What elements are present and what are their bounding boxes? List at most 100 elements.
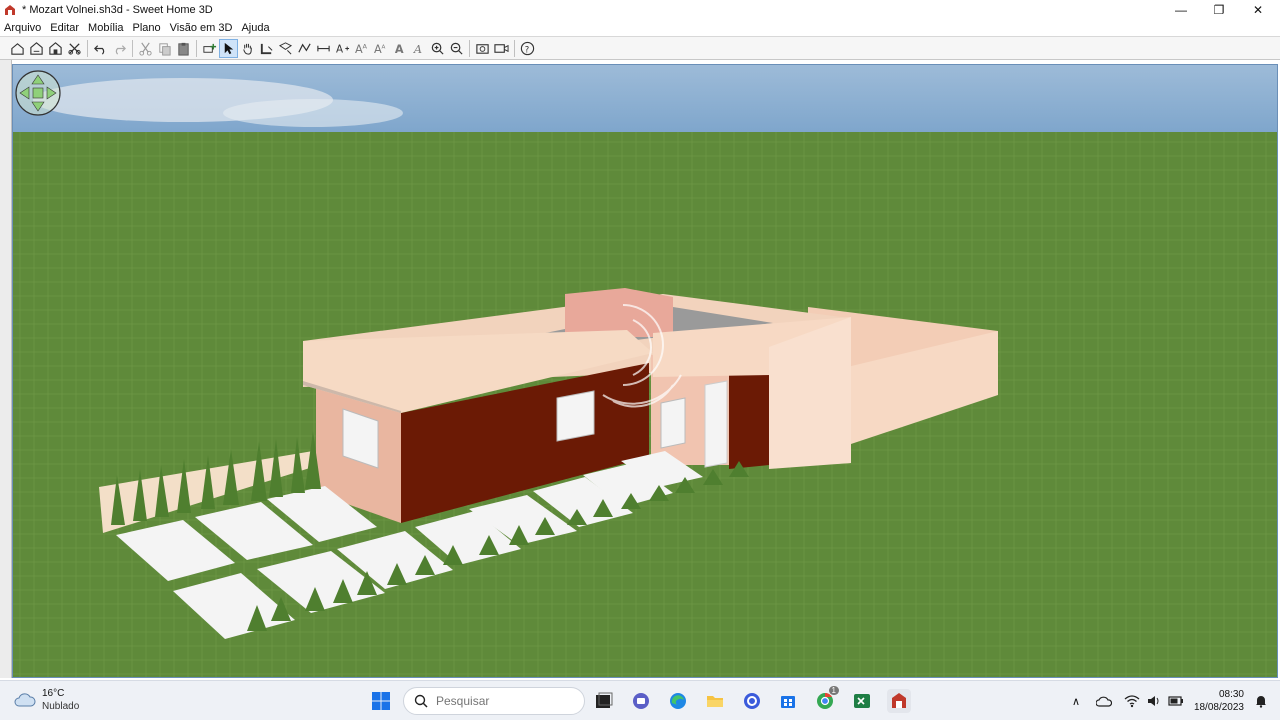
- system-tray: ∧: [1072, 681, 1184, 720]
- edge-icon: [670, 693, 686, 709]
- app-q-button[interactable]: [740, 689, 764, 713]
- redo-icon: [115, 44, 126, 55]
- svg-text:?: ?: [525, 44, 529, 54]
- chrome-button[interactable]: 1: [813, 686, 839, 713]
- create-rooms-icon: [278, 41, 293, 54]
- paste-button[interactable]: [174, 39, 193, 58]
- menu-plano[interactable]: Plano: [133, 22, 161, 34]
- svg-text:A: A: [381, 44, 385, 50]
- zoom-out-button[interactable]: [447, 39, 466, 58]
- weather-condition: Nublado: [42, 701, 80, 712]
- volume-icon[interactable]: [1146, 694, 1162, 708]
- show-hidden-icons-icon[interactable]: ∧: [1072, 695, 1080, 708]
- menu-bar: Arquivo Editar Mobília Plano Visão em 3D…: [0, 19, 1280, 37]
- svg-text:A: A: [413, 43, 422, 56]
- taskbar-search[interactable]: [403, 687, 585, 715]
- minimize-button[interactable]: —: [1161, 0, 1201, 19]
- 3d-view[interactable]: [12, 64, 1278, 678]
- search-input[interactable]: [436, 694, 576, 708]
- create-photo-button[interactable]: [473, 39, 492, 58]
- toolbar: A AA AA A A ?: [0, 37, 1280, 60]
- cloud-icon: [14, 693, 36, 707]
- 3d-scene: [13, 65, 1277, 677]
- zoom-out-icon: [450, 42, 463, 55]
- menu-ajuda[interactable]: Ajuda: [241, 22, 269, 34]
- notification-bell-icon[interactable]: [1254, 694, 1268, 708]
- save-icon: [49, 41, 62, 55]
- cut-icon: [139, 42, 152, 56]
- window-entry: [660, 397, 686, 449]
- increase-text-icon: AA: [355, 42, 368, 56]
- open-button[interactable]: [27, 39, 46, 58]
- pan-icon: [243, 43, 252, 55]
- clock-time: 08:30: [1218, 689, 1244, 700]
- save-button[interactable]: [46, 39, 65, 58]
- menu-visao-3d[interactable]: Visão em 3D: [170, 22, 233, 34]
- cut-button[interactable]: [136, 39, 155, 58]
- weather-widget[interactable]: 16°C Nublado: [14, 687, 79, 713]
- entry-brown-wall: [729, 369, 769, 469]
- app-q-icon: [744, 693, 760, 709]
- redo-button[interactable]: [110, 39, 129, 58]
- door: [704, 380, 728, 468]
- close-button[interactable]: ✕: [1238, 0, 1278, 19]
- search-icon: [414, 694, 428, 708]
- menu-arquivo[interactable]: Arquivo: [4, 22, 41, 34]
- store-button[interactable]: [776, 689, 800, 713]
- create-photo-icon: [476, 43, 489, 54]
- cut-tool-button[interactable]: [65, 39, 84, 58]
- window-front: [556, 390, 595, 442]
- undo-button[interactable]: [91, 39, 110, 58]
- create-dimensions-button[interactable]: [314, 39, 333, 58]
- add-furniture-icon: [203, 43, 217, 53]
- start-button[interactable]: [369, 689, 393, 713]
- wifi-icon[interactable]: [1124, 694, 1140, 708]
- zoom-in-button[interactable]: [428, 39, 447, 58]
- cut-tool-icon: [68, 42, 81, 55]
- sweet-home-3d-taskbar-button[interactable]: [887, 689, 911, 713]
- bold-text-button[interactable]: A: [390, 39, 409, 58]
- toolbar-separator: [132, 39, 133, 57]
- create-rooms-button[interactable]: [276, 39, 295, 58]
- italic-text-button[interactable]: A: [409, 39, 428, 58]
- toolbar-separator: [196, 39, 197, 57]
- navigation-control[interactable]: [15, 70, 61, 116]
- select-button[interactable]: [219, 38, 238, 58]
- svg-text:A: A: [395, 43, 404, 56]
- excel-button[interactable]: [850, 689, 874, 713]
- water-tank-box: [565, 288, 673, 337]
- create-polylines-button[interactable]: [295, 39, 314, 58]
- nav-center-icon[interactable]: [32, 87, 44, 99]
- add-text-icon: A: [336, 43, 350, 55]
- chrome-notification-badge: 1: [828, 686, 839, 695]
- battery-icon[interactable]: [1168, 694, 1184, 708]
- maximize-button[interactable]: ❐: [1199, 0, 1239, 19]
- decrease-text-button[interactable]: AA: [371, 39, 390, 58]
- taskbar-clock[interactable]: 08:30 18/08/2023: [1194, 688, 1244, 714]
- copy-button[interactable]: [155, 39, 174, 58]
- onedrive-icon[interactable]: [1096, 694, 1113, 708]
- edge-button[interactable]: [666, 689, 690, 713]
- increase-text-button[interactable]: AA: [352, 39, 371, 58]
- create-dimensions-icon: [317, 45, 330, 51]
- menu-mobilia[interactable]: Mobília: [88, 22, 123, 34]
- add-furniture-button[interactable]: [200, 39, 219, 58]
- copy-icon: [159, 42, 171, 56]
- toolbar-separator: [514, 39, 515, 57]
- menu-editar[interactable]: Editar: [50, 22, 79, 34]
- chat-button[interactable]: [629, 689, 653, 713]
- clock-date: 18/08/2023: [1193, 702, 1244, 713]
- pan-button[interactable]: [238, 39, 257, 58]
- create-video-button[interactable]: [492, 39, 511, 58]
- plan-splitter[interactable]: [0, 60, 12, 678]
- select-icon: [224, 42, 234, 54]
- window-title: * Mozart Volnei.sh3d - Sweet Home 3D: [22, 3, 213, 16]
- create-walls-button[interactable]: [257, 39, 276, 58]
- help-button[interactable]: ?: [518, 39, 537, 58]
- sweet-home-3d-icon: [5, 4, 15, 15]
- taskbar: 16°C Nublado 1: [0, 680, 1280, 720]
- file-explorer-button[interactable]: [703, 689, 727, 713]
- new-home-button[interactable]: [8, 39, 27, 58]
- add-text-button[interactable]: A: [333, 39, 352, 58]
- task-view-button[interactable]: [592, 689, 616, 713]
